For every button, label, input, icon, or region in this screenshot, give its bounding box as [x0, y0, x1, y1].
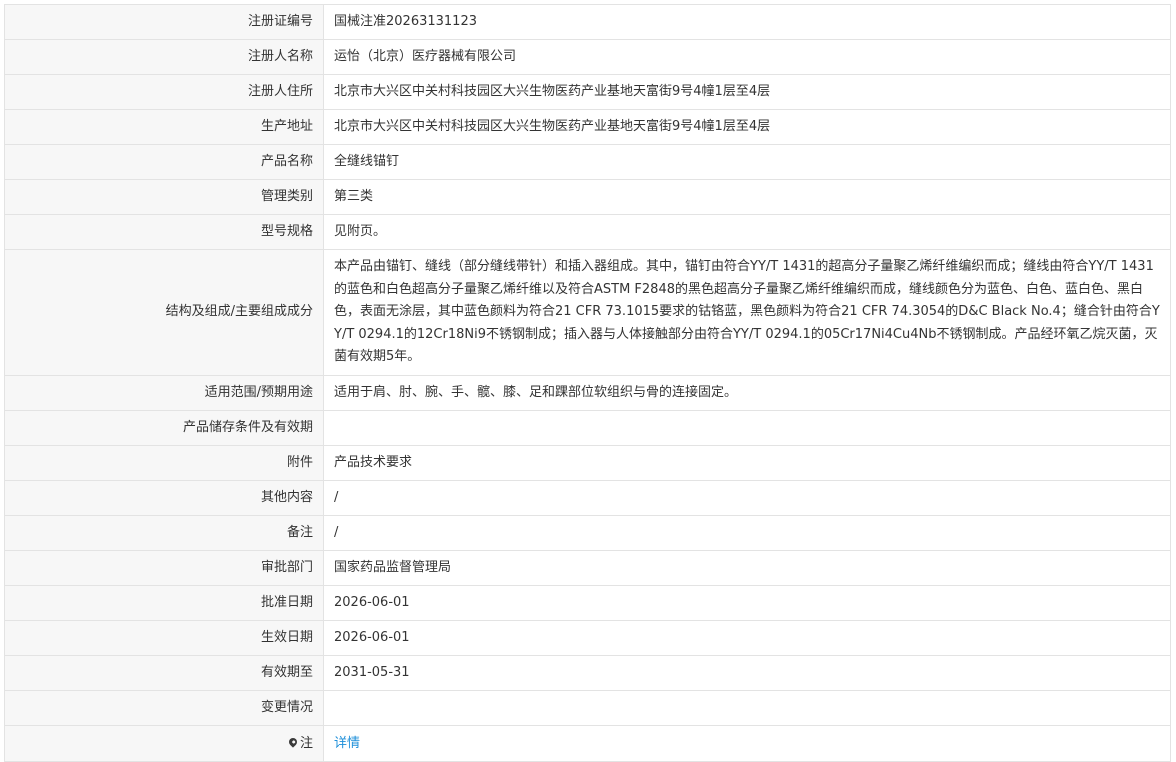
- field-value-composition: 本产品由锚钉、缝线（部分缝线带针）和插入器组成。其中，锚钉由符合YY/T 143…: [323, 249, 1171, 376]
- field-label-other-content: 其他内容: [4, 479, 324, 516]
- table-row: 管理类别 第三类: [4, 179, 1171, 215]
- field-value-approval-department: 国家药品监督管理局: [323, 549, 1171, 586]
- field-label-attachment: 附件: [4, 444, 324, 481]
- field-value-note: 详情: [323, 724, 1171, 762]
- table-row: 注册证编号 国械注准20263131123: [4, 4, 1171, 40]
- registration-info-table: 注册证编号 国械注准20263131123 注册人名称 运怡（北京）医疗器械有限…: [4, 4, 1171, 762]
- field-label-intended-use: 适用范围/预期用途: [4, 374, 324, 411]
- field-value-model-spec: 见附页。: [323, 214, 1171, 250]
- table-row: 适用范围/预期用途 适用于肩、肘、腕、手、髋、膝、足和踝部位软组织与骨的连接固定…: [4, 374, 1171, 411]
- field-label-effective-date: 生效日期: [4, 619, 324, 656]
- field-label-registrant-address: 注册人住所: [4, 74, 324, 110]
- table-row: 变更情况: [4, 689, 1171, 726]
- field-value-approval-date: 2026-06-01: [323, 584, 1171, 621]
- table-row: 审批部门 国家药品监督管理局: [4, 549, 1171, 586]
- field-value-product-name: 全缝线锚钉: [323, 144, 1171, 180]
- field-label-model-spec: 型号规格: [4, 214, 324, 250]
- table-row: 结构及组成/主要组成成分 本产品由锚钉、缝线（部分缝线带针）和插入器组成。其中，…: [4, 249, 1171, 376]
- field-label-registrant-name: 注册人名称: [4, 39, 324, 75]
- table-row: 生产地址 北京市大兴区中关村科技园区大兴生物医药产业基地天富街9号4幢1层至4层: [4, 109, 1171, 145]
- table-row: 产品名称 全缝线锚钉: [4, 144, 1171, 180]
- field-label-expiry-date: 有效期至: [4, 654, 324, 691]
- field-label-product-name: 产品名称: [4, 144, 324, 180]
- field-value-other-content: /: [323, 479, 1171, 516]
- field-value-storage-conditions: [323, 409, 1171, 446]
- field-value-registrant-name: 运怡（北京）医疗器械有限公司: [323, 39, 1171, 75]
- map-pin-icon: [287, 735, 299, 748]
- field-label-approval-date: 批准日期: [4, 584, 324, 621]
- field-value-registrant-address: 北京市大兴区中关村科技园区大兴生物医药产业基地天富街9号4幢1层至4层: [323, 74, 1171, 110]
- field-value-expiry-date: 2031-05-31: [323, 654, 1171, 691]
- table-row: 注册人名称 运怡（北京）医疗器械有限公司: [4, 39, 1171, 75]
- details-link[interactable]: 详情: [334, 736, 360, 751]
- field-value-production-address: 北京市大兴区中关村科技园区大兴生物医药产业基地天富街9号4幢1层至4层: [323, 109, 1171, 145]
- field-label-registration-number: 注册证编号: [4, 4, 324, 40]
- field-label-note: 注: [4, 724, 324, 762]
- table-row: 备注 /: [4, 514, 1171, 551]
- table-row: 附件 产品技术要求: [4, 444, 1171, 481]
- field-value-management-category: 第三类: [323, 179, 1171, 215]
- field-label-storage-conditions: 产品储存条件及有效期: [4, 409, 324, 446]
- table-row: 注 详情: [4, 724, 1171, 762]
- table-row: 批准日期 2026-06-01: [4, 584, 1171, 621]
- note-label-text: 注: [299, 735, 313, 751]
- field-value-effective-date: 2026-06-01: [323, 619, 1171, 656]
- field-label-management-category: 管理类别: [4, 179, 324, 215]
- field-label-composition: 结构及组成/主要组成成分: [4, 249, 324, 376]
- table-row: 其他内容 /: [4, 479, 1171, 516]
- table-row: 产品储存条件及有效期: [4, 409, 1171, 446]
- table-row: 型号规格 见附页。: [4, 214, 1171, 250]
- field-value-registration-number: 国械注准20263131123: [323, 4, 1171, 40]
- field-label-approval-department: 审批部门: [4, 549, 324, 586]
- field-label-production-address: 生产地址: [4, 109, 324, 145]
- field-label-change-history: 变更情况: [4, 689, 324, 726]
- table-row: 有效期至 2031-05-31: [4, 654, 1171, 691]
- field-value-remarks: /: [323, 514, 1171, 551]
- field-value-intended-use: 适用于肩、肘、腕、手、髋、膝、足和踝部位软组织与骨的连接固定。: [323, 374, 1171, 411]
- field-value-attachment: 产品技术要求: [323, 444, 1171, 481]
- field-value-change-history: [323, 689, 1171, 726]
- table-row: 生效日期 2026-06-01: [4, 619, 1171, 656]
- table-row: 注册人住所 北京市大兴区中关村科技园区大兴生物医药产业基地天富街9号4幢1层至4…: [4, 74, 1171, 110]
- field-label-remarks: 备注: [4, 514, 324, 551]
